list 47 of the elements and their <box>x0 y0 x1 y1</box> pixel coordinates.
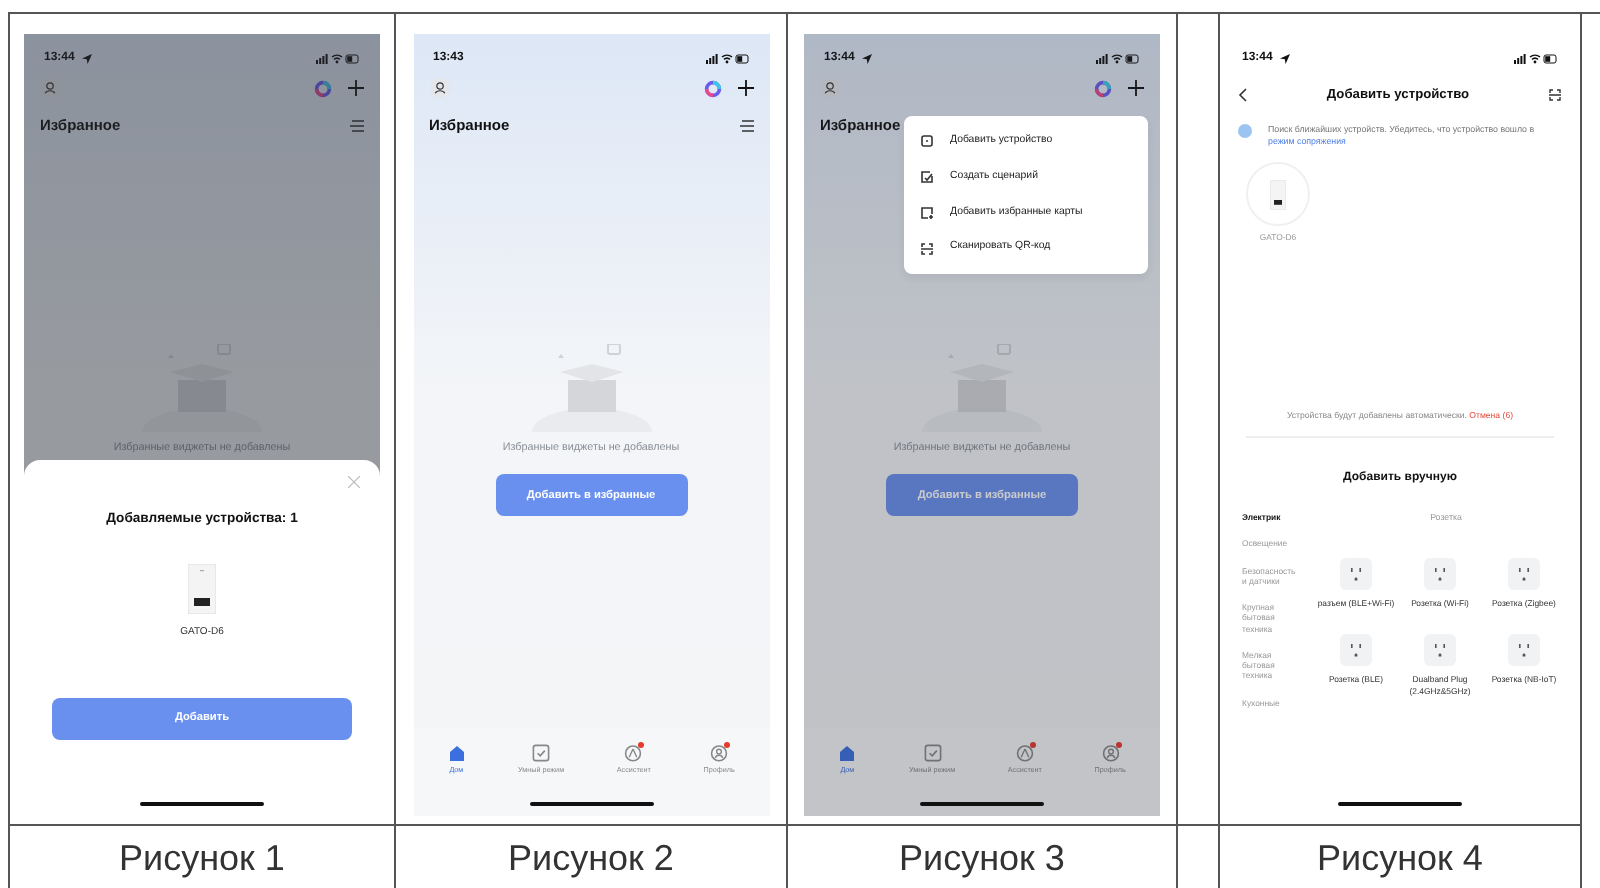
heater-device-drawing <box>188 564 216 615</box>
plus-icon[interactable] <box>737 80 753 96</box>
card-add-icon <box>920 205 934 220</box>
socket-icon <box>1340 633 1372 666</box>
empty-box-drawing <box>531 344 651 433</box>
list-filter-icon[interactable] <box>739 119 753 132</box>
socket-icon <box>1340 557 1372 590</box>
edit-icon <box>920 170 934 185</box>
person-icon <box>710 744 729 762</box>
empty-box-drawing <box>922 344 1042 433</box>
back-icon[interactable] <box>1238 88 1248 103</box>
search-progress-icon <box>1238 123 1252 138</box>
status-icons-drawing <box>1514 54 1558 64</box>
home-indicator <box>1338 802 1462 806</box>
heater-device-drawing <box>1270 179 1286 210</box>
assistant-icon <box>624 744 643 762</box>
house-icon <box>838 744 857 762</box>
home-indicator <box>140 802 264 806</box>
socket-icon <box>1508 557 1540 590</box>
status-icons-drawing <box>705 54 749 64</box>
socket-icon <box>1508 633 1540 666</box>
socket-icon <box>1424 633 1456 666</box>
assistant-icon <box>1015 744 1034 762</box>
status-icons-drawing <box>316 54 360 64</box>
user-icon[interactable] <box>40 78 60 98</box>
figure-caption: Рисунок 3 <box>788 826 1178 888</box>
plus-icon[interactable] <box>1128 80 1144 96</box>
checkbox-icon <box>923 744 942 762</box>
home-indicator <box>529 802 653 806</box>
home-indicator <box>920 802 1044 806</box>
device-icon <box>920 134 934 149</box>
user-icon[interactable] <box>429 78 449 98</box>
scan-icon <box>920 241 934 256</box>
house-icon <box>447 744 466 762</box>
figure-caption: Рисунок 4 <box>1220 826 1582 888</box>
checkbox-icon <box>532 744 551 762</box>
person-icon <box>1101 744 1120 762</box>
figure-caption: Рисунок 1 <box>10 826 396 888</box>
socket-icon <box>1424 557 1456 590</box>
ring-logo-icon[interactable] <box>703 79 721 97</box>
list-filter-icon[interactable] <box>350 119 364 132</box>
figure-caption: Рисунок 2 <box>396 826 788 888</box>
scan-icon[interactable] <box>1548 88 1562 103</box>
ring-logo-icon[interactable] <box>314 79 332 97</box>
status-icons-drawing <box>1096 54 1140 64</box>
ring-logo-icon[interactable] <box>1094 79 1112 97</box>
user-icon[interactable] <box>820 78 840 98</box>
